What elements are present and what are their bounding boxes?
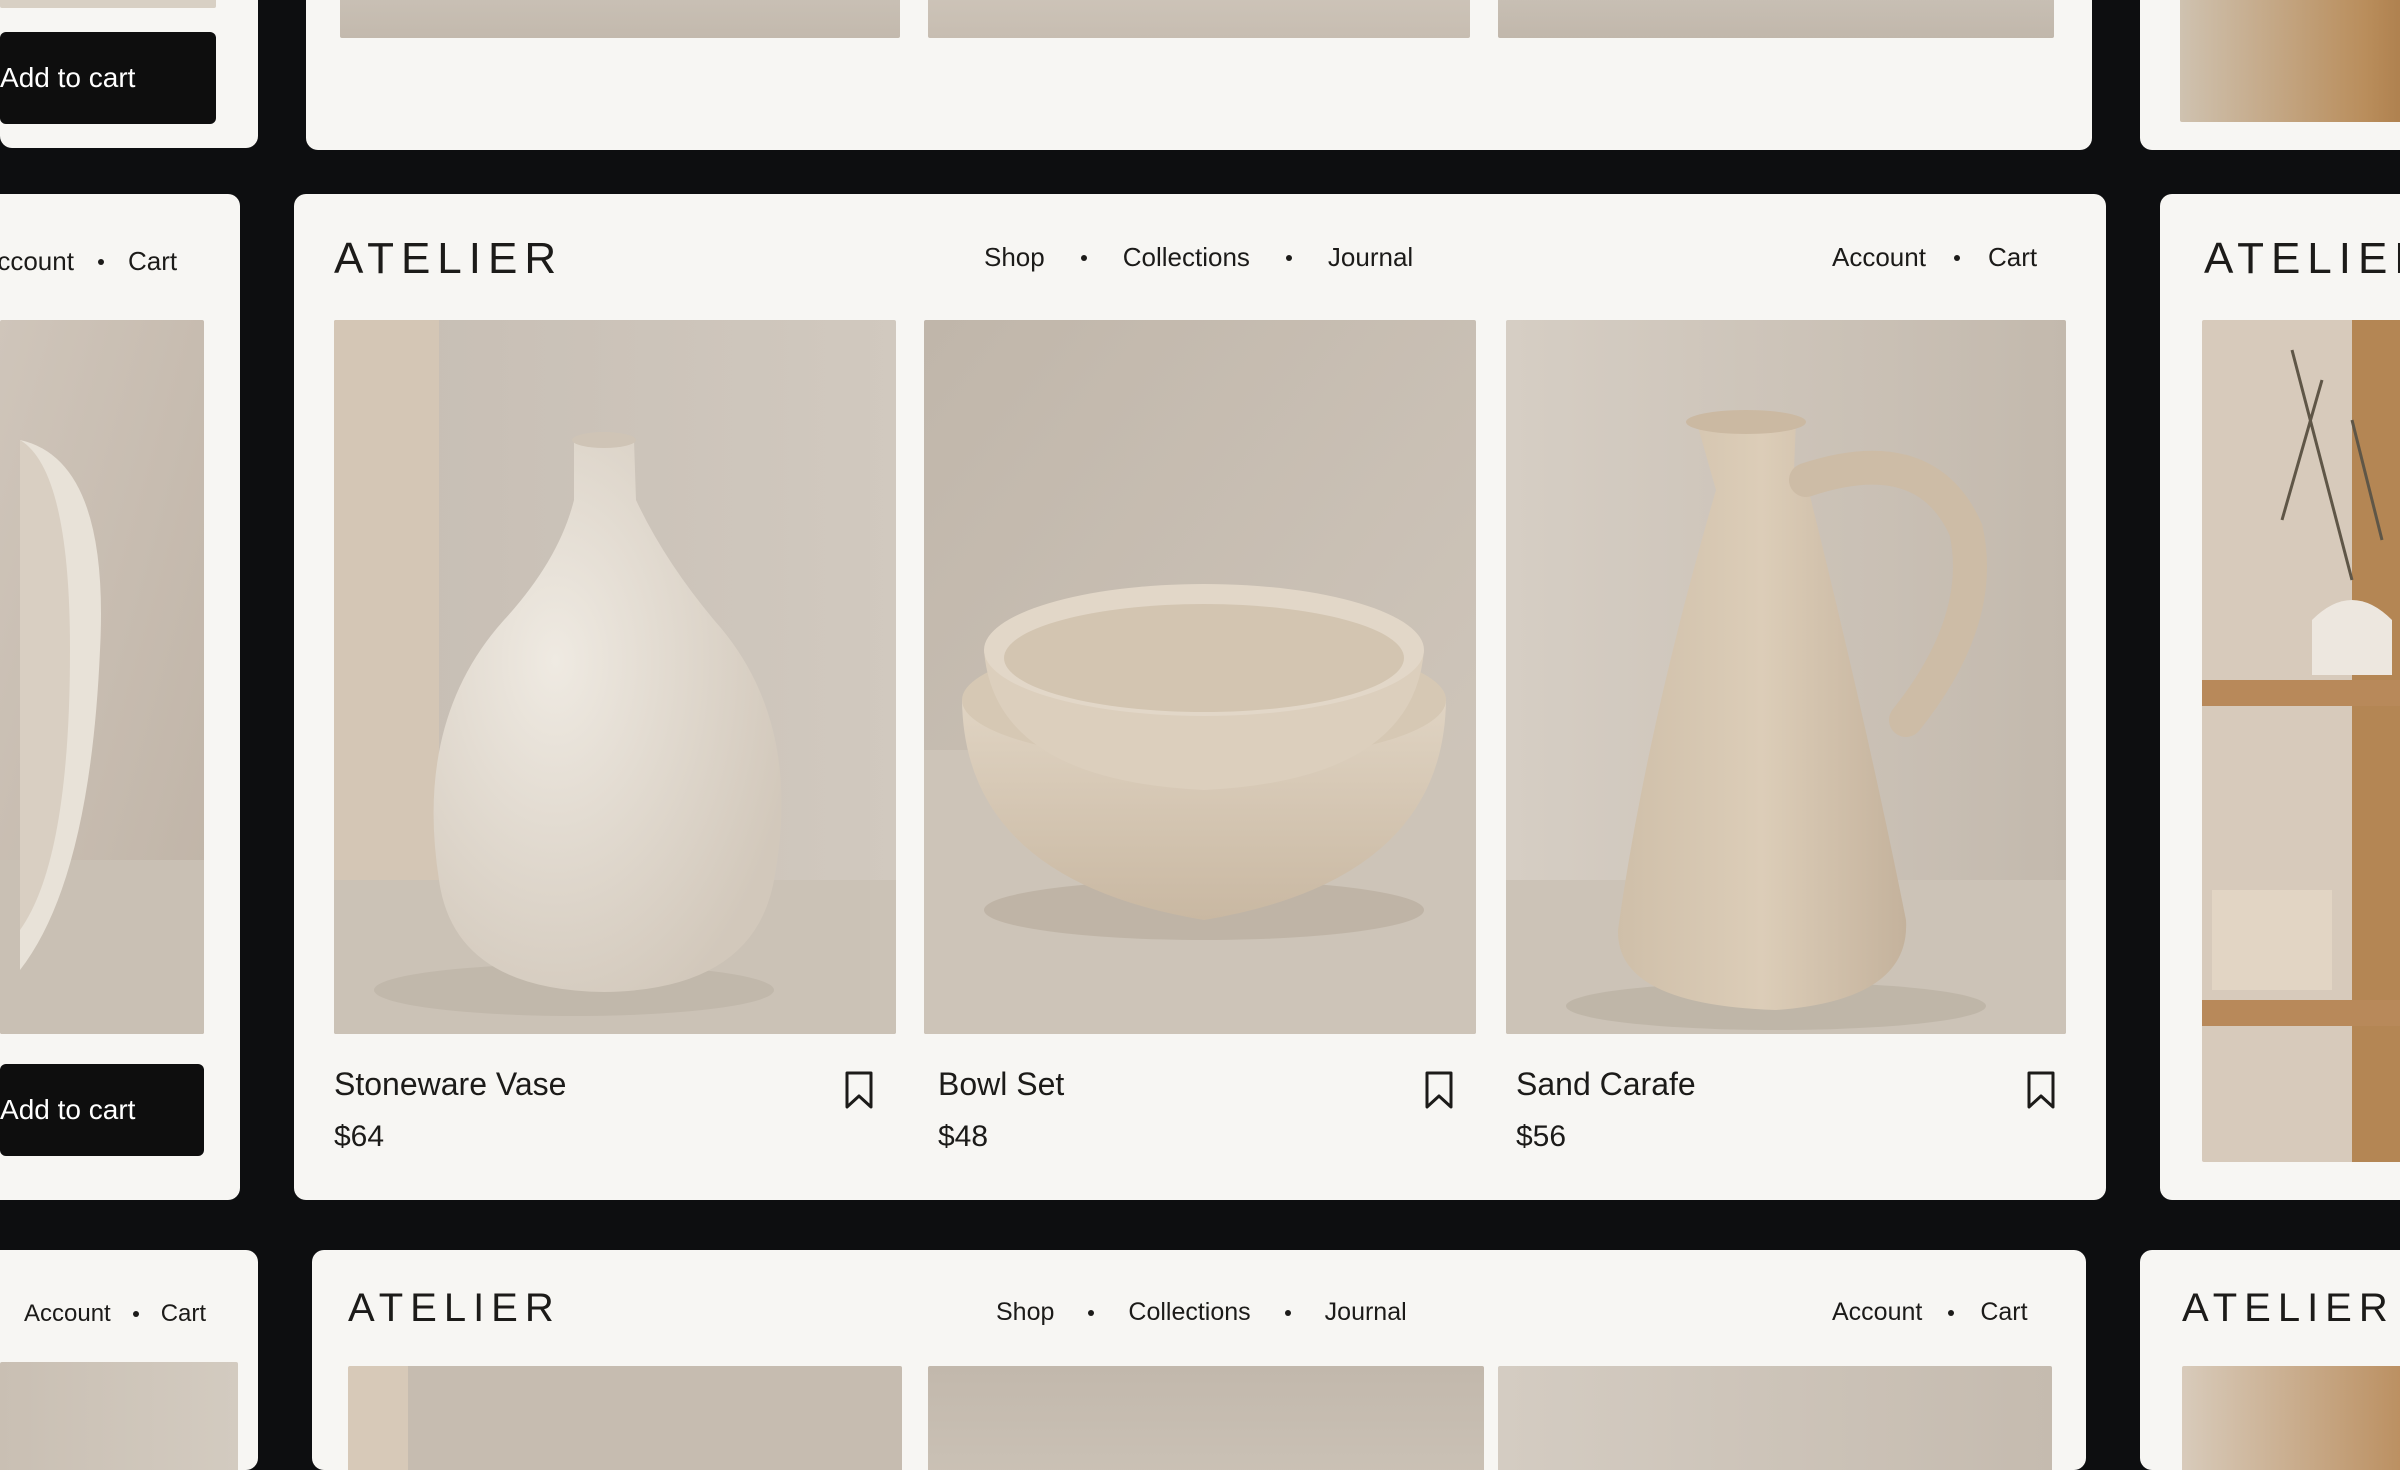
- nav-account[interactable]: Account: [1832, 242, 1926, 273]
- nav-journal[interactable]: Journal: [1325, 1298, 1407, 1327]
- bottom-left-photo: [0, 1362, 238, 1470]
- product-title[interactable]: Bowl Set: [938, 1066, 1064, 1103]
- nav-separator: [132, 1311, 139, 1317]
- top-photo-1: [340, 0, 900, 38]
- nav-separator: [1080, 254, 1087, 261]
- nav-cart[interactable]: Cart: [128, 246, 177, 277]
- left-bowl-photo: [0, 320, 204, 1034]
- left-card: Account Cart Add to cart: [0, 194, 240, 1200]
- add-to-cart-partial: dd to cart: [18, 62, 136, 93]
- nav-separator: [97, 258, 104, 265]
- account-partial-text: ccount: [0, 246, 74, 276]
- bottom-photo-2: [928, 1366, 1484, 1470]
- product-title[interactable]: Stoneware Vase: [334, 1066, 566, 1103]
- nav-shop[interactable]: Shop: [996, 1298, 1054, 1327]
- bottom-center-card: ATELIER Shop Collections Journal Account…: [312, 1250, 2086, 1470]
- nav-collections[interactable]: Collections: [1123, 242, 1250, 273]
- product-image-bowl-set[interactable]: [924, 320, 1476, 1034]
- bottom-right-photo: [2182, 1366, 2400, 1470]
- add-to-cart-button-top-left[interactable]: Add to cart: [0, 32, 216, 124]
- top-photo-3: [1498, 0, 2054, 38]
- nav-account-partial[interactable]: Account: [0, 246, 74, 277]
- bookmark-icon[interactable]: [844, 1070, 874, 1110]
- right-shelf-photo: [2202, 320, 2400, 1162]
- nav-shop[interactable]: Shop: [984, 242, 1045, 273]
- nav-cart[interactable]: Cart: [1980, 1298, 2027, 1327]
- bottom-photo-3: [1498, 1366, 2052, 1470]
- bottom-left-card: Account Cart: [0, 1250, 258, 1470]
- nav-separator: [1284, 1309, 1291, 1316]
- nav-collections[interactable]: Collections: [1128, 1298, 1250, 1327]
- bottom-left-nav: Account Cart: [24, 1300, 206, 1328]
- product-price: $48: [938, 1120, 989, 1153]
- right-card: ATELIER: [2160, 194, 2400, 1200]
- product-price: $64: [334, 1120, 385, 1153]
- left-card-nav: Account Cart: [0, 246, 177, 277]
- bookmark-icon[interactable]: [2026, 1070, 2056, 1110]
- add-to-cart-button-left[interactable]: Add to cart: [0, 1064, 204, 1156]
- nav-account[interactable]: Account: [1832, 1298, 1922, 1327]
- nav-separator: [1948, 1309, 1955, 1316]
- nav-cart[interactable]: Cart: [161, 1300, 206, 1328]
- nav-journal[interactable]: Journal: [1328, 242, 1413, 273]
- brand-logo-partial[interactable]: ATELIER: [2182, 1286, 2395, 1331]
- top-right-card: [2140, 0, 2400, 150]
- product-image-stoneware-vase[interactable]: [334, 320, 896, 1034]
- product-price: $56: [1516, 1120, 1567, 1153]
- brand-logo[interactable]: ATELIER: [348, 1286, 561, 1331]
- bottom-main-nav: Shop Collections Journal: [996, 1298, 1407, 1327]
- bookmark-icon[interactable]: [1424, 1070, 1454, 1110]
- account-nav: Account Cart: [1832, 242, 2037, 273]
- top-left-card: Add to cart: [0, 0, 258, 148]
- main-product-card: ATELIER Shop Collections Journal Account…: [294, 194, 2106, 1200]
- top-photo-2: [928, 0, 1470, 38]
- bottom-photo-1: [348, 1366, 902, 1470]
- top-right-shelf-photo: [2180, 0, 2400, 122]
- brand-logo[interactable]: ATELIER: [334, 234, 563, 284]
- add-to-cart-partial: dd to cart: [18, 1094, 136, 1125]
- bottom-right-card: ATELIER: [2140, 1250, 2400, 1470]
- product-image-sand-carafe[interactable]: [1506, 320, 2066, 1034]
- nav-separator: [1953, 254, 1960, 261]
- product-title[interactable]: Sand Carafe: [1516, 1066, 1696, 1103]
- nav-cart[interactable]: Cart: [1988, 242, 2037, 273]
- add-to-cart-label: A: [0, 62, 19, 93]
- add-to-cart-label: A: [0, 1094, 19, 1125]
- top-center-card: [306, 0, 2092, 150]
- top-left-photo: [0, 0, 216, 8]
- bottom-account-nav: Account Cart: [1832, 1298, 2028, 1327]
- nav-account[interactable]: Account: [24, 1300, 111, 1328]
- nav-separator: [1088, 1309, 1095, 1316]
- main-nav: Shop Collections Journal: [984, 242, 1413, 273]
- nav-separator: [1285, 254, 1292, 261]
- brand-logo-partial[interactable]: ATELIER: [2204, 234, 2400, 284]
